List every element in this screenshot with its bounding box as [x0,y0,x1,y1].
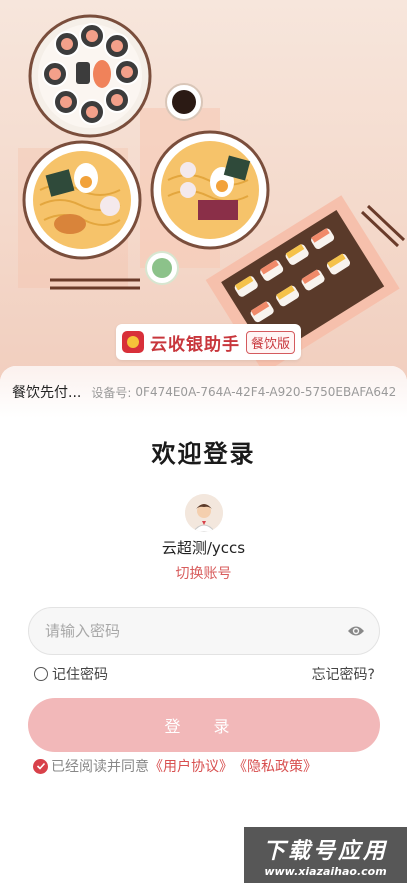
watermark-url: www.xiazaihao.com [264,864,387,878]
device-label: 设备号: [91,385,132,400]
login-button[interactable]: 登 录 [28,698,380,752]
password-input[interactable] [45,622,347,640]
brand-name: 云收银助手 [150,334,240,355]
agreement-row: 已经阅读并同意 《用户协议》 《隐私政策》 [33,756,317,776]
brand-chip: 云收银助手 餐饮版 [116,324,302,360]
watermark-title: 下载号应用 [262,838,388,864]
privacy-policy-link[interactable]: 《隐私政策》 [233,756,317,776]
store-info-row: 餐饮先付... 设备号: 0F474E0A-764A-42F4-A920-575… [0,366,407,418]
remember-radio[interactable] [34,667,48,681]
remember-password-label: 记住密码 [52,667,108,683]
user-agreement-link[interactable]: 《用户协议》 [149,756,233,776]
remember-password-toggle[interactable]: 记住密码 [34,664,108,684]
brand-logo [122,331,144,353]
password-field[interactable] [28,607,380,655]
site-watermark: 下载号应用 www.xiazaihao.com [244,827,407,883]
hero-illustration: 云收银助手 餐饮版 [0,0,407,400]
agree-checkbox[interactable] [33,758,48,774]
forgot-password-link[interactable]: 忘记密码? [312,664,375,684]
username: 云超测/yccs [161,539,246,557]
brand-edition-tag: 餐饮版 [246,330,296,354]
agreement-prefix: 已经阅读并同意 [51,759,149,775]
page-title: 欢迎登录 [151,440,256,468]
user-avatar-icon [185,494,223,532]
checkmark-icon [36,762,45,770]
store-name: 餐饮先付... [12,385,82,401]
avatar [185,494,223,532]
switch-account-link[interactable]: 切换账号 [0,563,407,583]
device-id: 0F474E0A-764A-42F4-A920-5750EBAFA642 [135,385,397,399]
eye-icon[interactable] [347,622,365,640]
